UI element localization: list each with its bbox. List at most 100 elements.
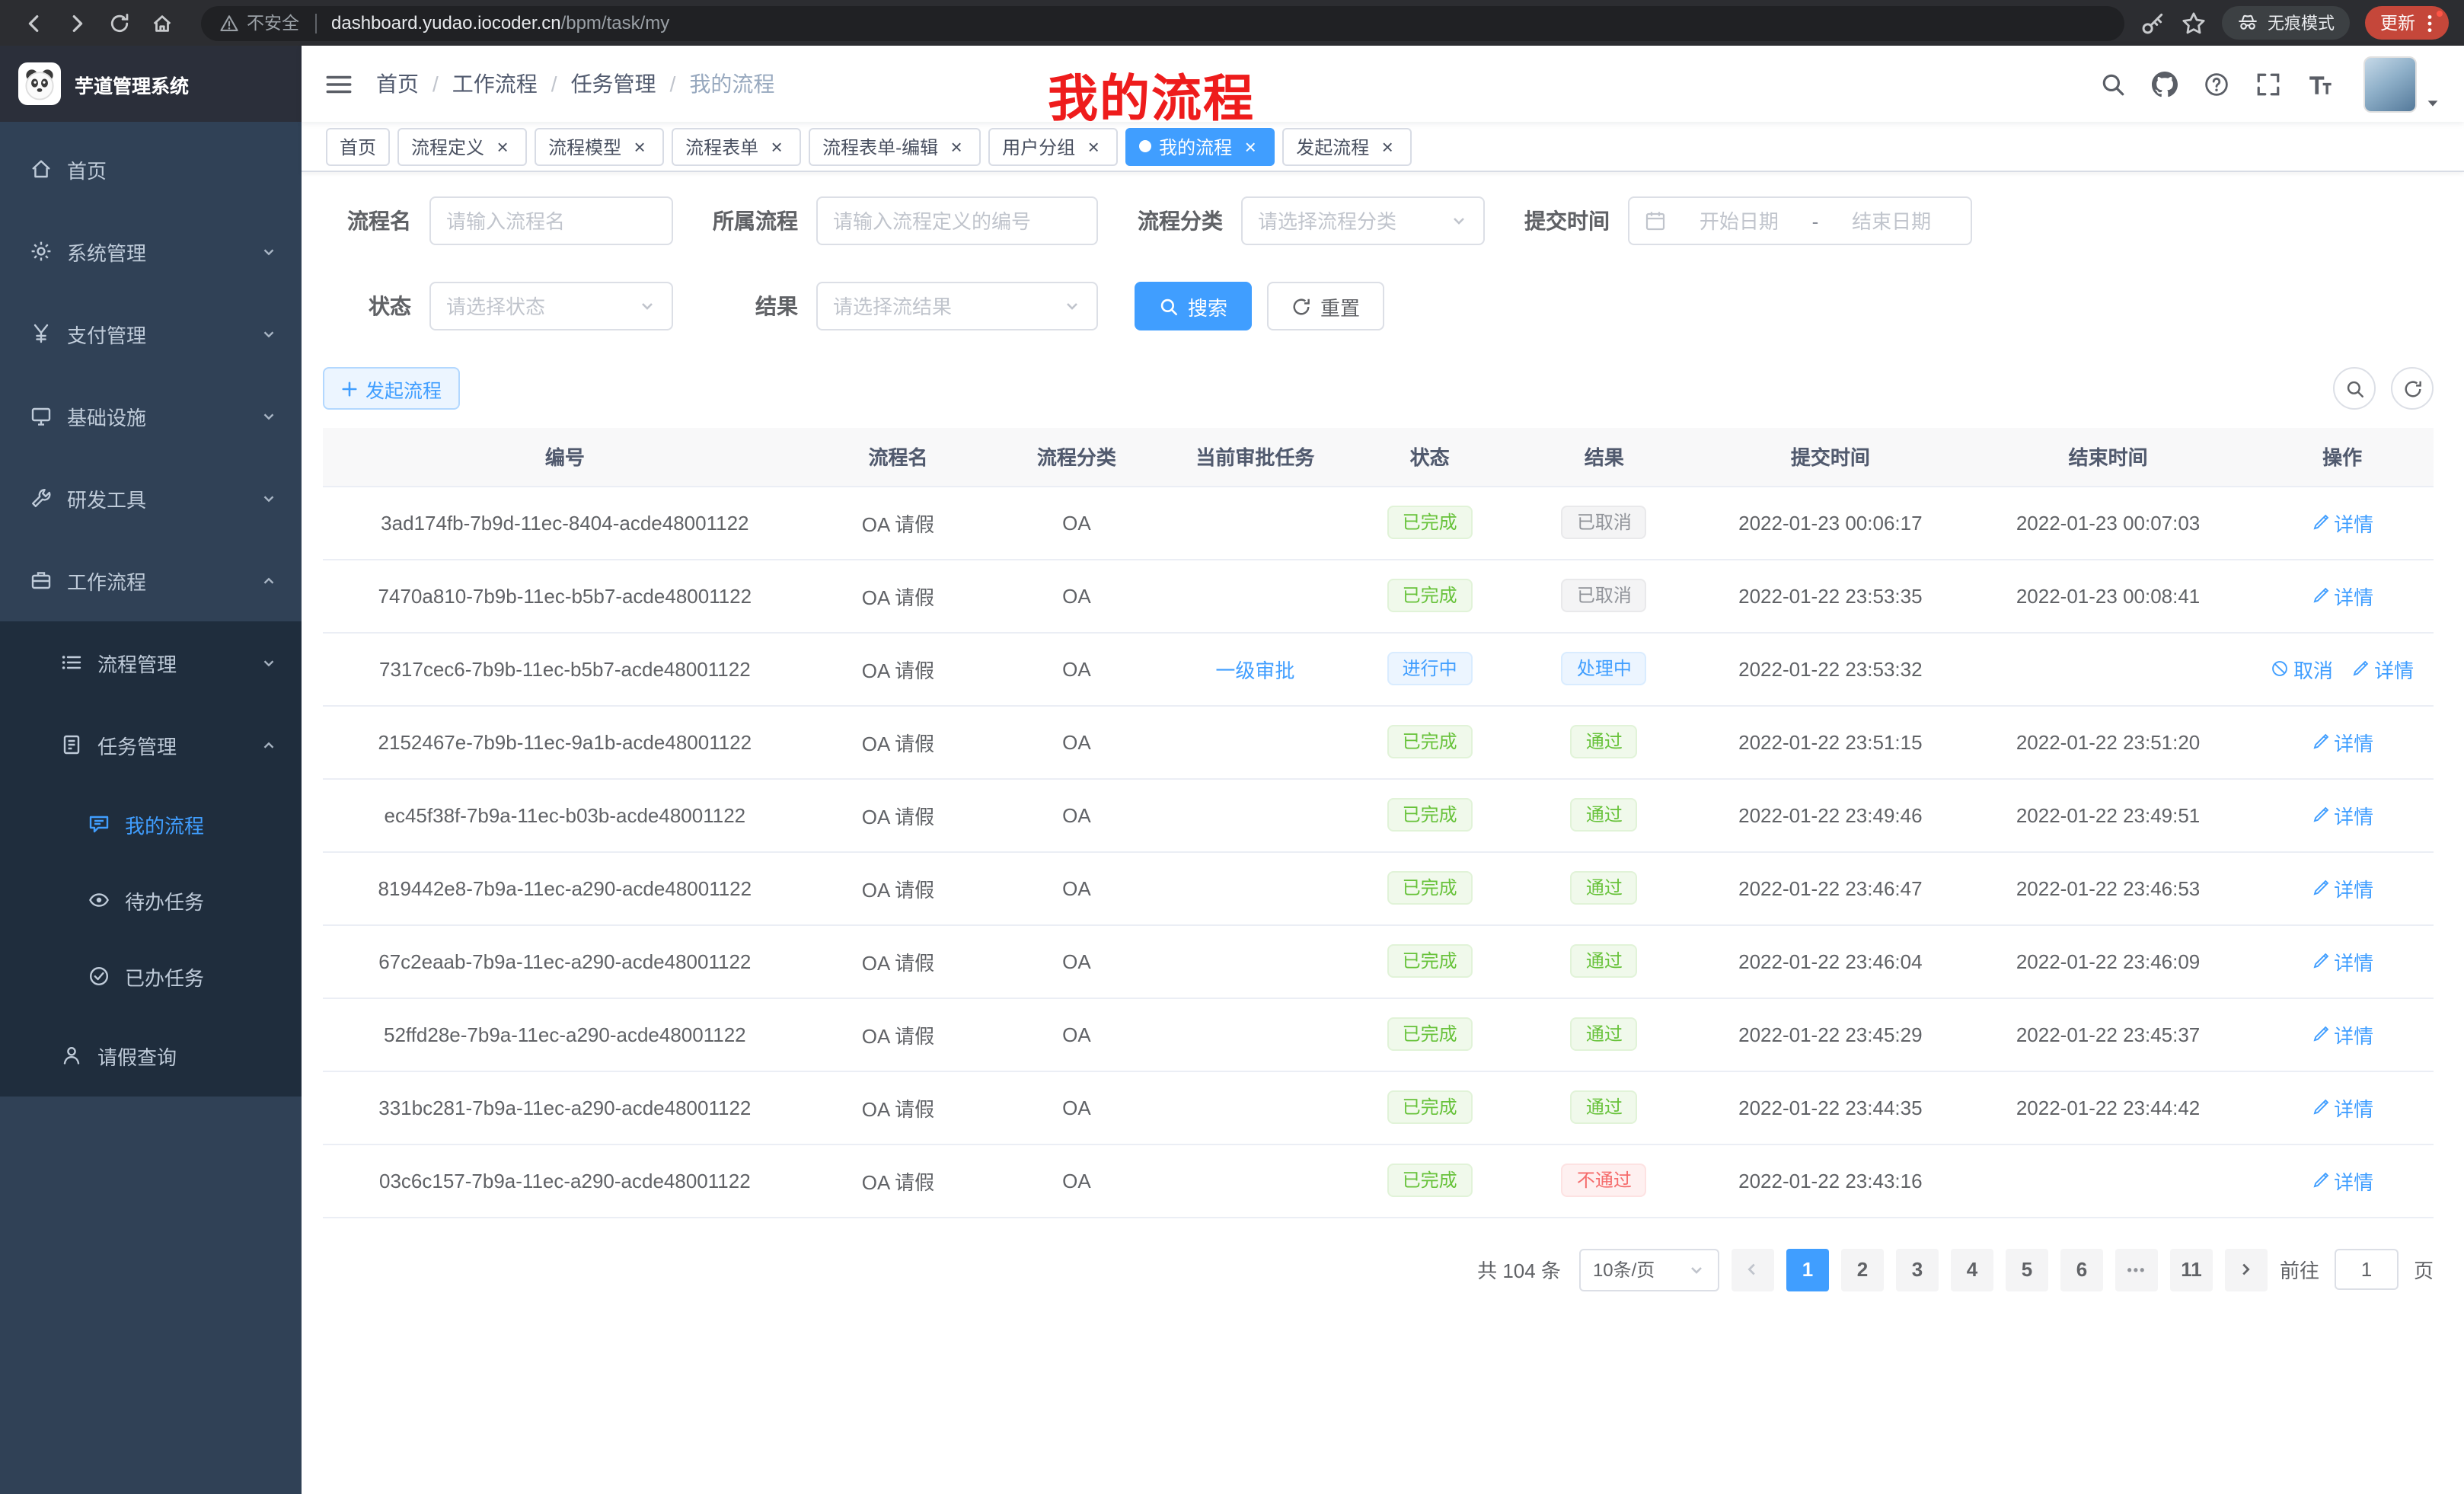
pager-page[interactable]: 11 [2170,1248,2213,1291]
bookmark-star-icon[interactable] [2181,10,2207,36]
browser-back-button[interactable] [15,5,52,41]
sidebar-item[interactable]: 首页 [0,128,302,210]
filter-form: 流程名 所属流程 流程分类 [323,196,2434,330]
breadcrumb: 首页/工作流程/任务管理/我的流程 [376,69,774,99]
detail-action[interactable]: 详情 [2351,654,2414,683]
sidebar-item[interactable]: 工作流程 [0,539,302,621]
category-field[interactable] [1258,209,1441,232]
result-select[interactable] [816,282,1098,330]
process-definition-field[interactable] [833,209,1081,232]
detail-action[interactable]: 详情 [2311,581,2373,610]
github-icon[interactable] [2152,71,2178,97]
tab-item[interactable]: 我的流程× [1125,127,1275,165]
help-icon[interactable] [2204,71,2229,97]
sidebar-item[interactable]: 流程管理 [0,621,302,704]
tab-item[interactable]: 流程定义× [397,127,527,165]
breadcrumb-item[interactable]: 首页 [376,69,419,99]
fullscreen-icon[interactable] [2255,71,2281,97]
close-icon[interactable]: × [766,136,787,157]
prev-page-button[interactable] [1732,1248,1774,1291]
browser-menu-icon[interactable] [2418,11,2441,34]
avatar[interactable] [2363,56,2417,112]
breadcrumb-item[interactable]: 任务管理 [571,69,656,99]
close-icon[interactable]: × [1240,136,1261,157]
breadcrumb-item[interactable]: 工作流程 [452,69,538,99]
active-tab-dot [1139,140,1151,152]
process-definition-input[interactable] [816,196,1098,245]
address-bar[interactable]: 不安全 dashboard.yudao.iocoder.cn /bpm/task… [201,5,2124,40]
start-date-field[interactable] [1675,209,1803,232]
detail-action[interactable]: 详情 [2311,873,2373,902]
site-security-indicator[interactable]: 不安全 [219,11,299,35]
user-menu[interactable] [2363,56,2441,112]
create-process-button[interactable]: 发起流程 [323,367,460,410]
detail-action[interactable]: 详情 [2311,1166,2373,1195]
cell-id: 03c6c157-7b9a-11ec-a290-acde48001122 [323,1144,807,1217]
current-task-link[interactable]: 一级审批 [1215,654,1294,683]
sidebar-item[interactable]: 我的流程 [0,786,302,862]
cell-actions: 详情 [2251,559,2434,632]
pager-page[interactable]: 3 [1896,1248,1939,1291]
tab-item[interactable]: 流程表单× [672,127,801,165]
next-page-button[interactable] [2225,1248,2268,1291]
close-icon[interactable]: × [1083,136,1104,157]
submit-time-range-picker[interactable]: - [1628,196,1972,245]
pager-page[interactable]: 5 [2006,1248,2048,1291]
cell-result: 通过 [1513,924,1696,998]
sidebar-item[interactable]: 请假查询 [0,1014,302,1097]
detail-action[interactable]: 详情 [2311,1020,2373,1049]
tab-item[interactable]: 用户分组× [988,127,1118,165]
close-icon[interactable]: × [629,136,650,157]
detail-action[interactable]: 详情 [2311,800,2373,829]
pager-page[interactable]: 2 [1841,1248,1884,1291]
tab-item[interactable]: 发起流程× [1282,127,1412,165]
sidebar-item[interactable]: 基础设施 [0,375,302,457]
sidebar-item[interactable]: 待办任务 [0,862,302,938]
tab-item[interactable]: 流程模型× [535,127,664,165]
search-button[interactable]: 搜索 [1135,282,1252,330]
sidebar-toggle-icon[interactable] [324,69,353,98]
cell-submit-time: 2022-01-22 23:44:35 [1696,1071,1965,1144]
close-icon[interactable]: × [946,136,967,157]
search-icon[interactable] [2100,71,2126,97]
tab-item[interactable]: 流程表单-编辑× [809,127,981,165]
cancel-action[interactable]: 取消 [2271,654,2333,683]
jump-page-input[interactable] [2335,1249,2399,1290]
browser-reload-button[interactable] [101,5,137,41]
font-size-icon[interactable] [2307,71,2333,97]
end-date-field[interactable] [1827,209,1955,232]
sidebar-item[interactable]: 已办任务 [0,938,302,1014]
page-size-select[interactable]: 10条/页 [1579,1248,1719,1291]
result-field[interactable] [833,295,1054,318]
detail-action[interactable]: 详情 [2311,508,2373,537]
browser-forward-button[interactable] [58,5,94,41]
password-key-icon[interactable] [2140,10,2166,36]
status-field[interactable] [446,295,629,318]
pager-page[interactable]: 6 [2060,1248,2103,1291]
cell-process-name: OA 请假 [807,1071,990,1144]
pager-page[interactable]: 1 [1786,1248,1829,1291]
pager-page[interactable]: 4 [1951,1248,1993,1291]
sidebar-item[interactable]: 任务管理 [0,704,302,786]
process-name-field[interactable] [446,209,656,232]
detail-action[interactable]: 详情 [2311,727,2373,756]
close-icon[interactable]: × [1377,136,1398,157]
reset-button[interactable]: 重置 [1267,282,1384,330]
tab-item[interactable]: 首页 [326,127,390,165]
edit-icon [2311,879,2329,897]
status-select[interactable] [429,282,673,330]
sidebar-item[interactable]: 研发工具 [0,457,302,539]
detail-action[interactable]: 详情 [2311,1093,2373,1122]
process-name-input[interactable] [429,196,673,245]
pager-more[interactable]: ••• [2115,1248,2158,1291]
category-select[interactable] [1241,196,1485,245]
close-icon[interactable]: × [492,136,513,157]
browser-update-button[interactable]: 更新 [2365,6,2449,40]
refresh-table-button[interactable] [2391,367,2434,410]
sidebar-item[interactable]: 系统管理 [0,210,302,292]
cell-category: OA [989,924,1163,998]
sidebar-item[interactable]: 支付管理 [0,292,302,375]
toggle-search-button[interactable] [2333,367,2376,410]
browser-home-button[interactable] [143,5,180,41]
detail-action[interactable]: 详情 [2311,947,2373,975]
